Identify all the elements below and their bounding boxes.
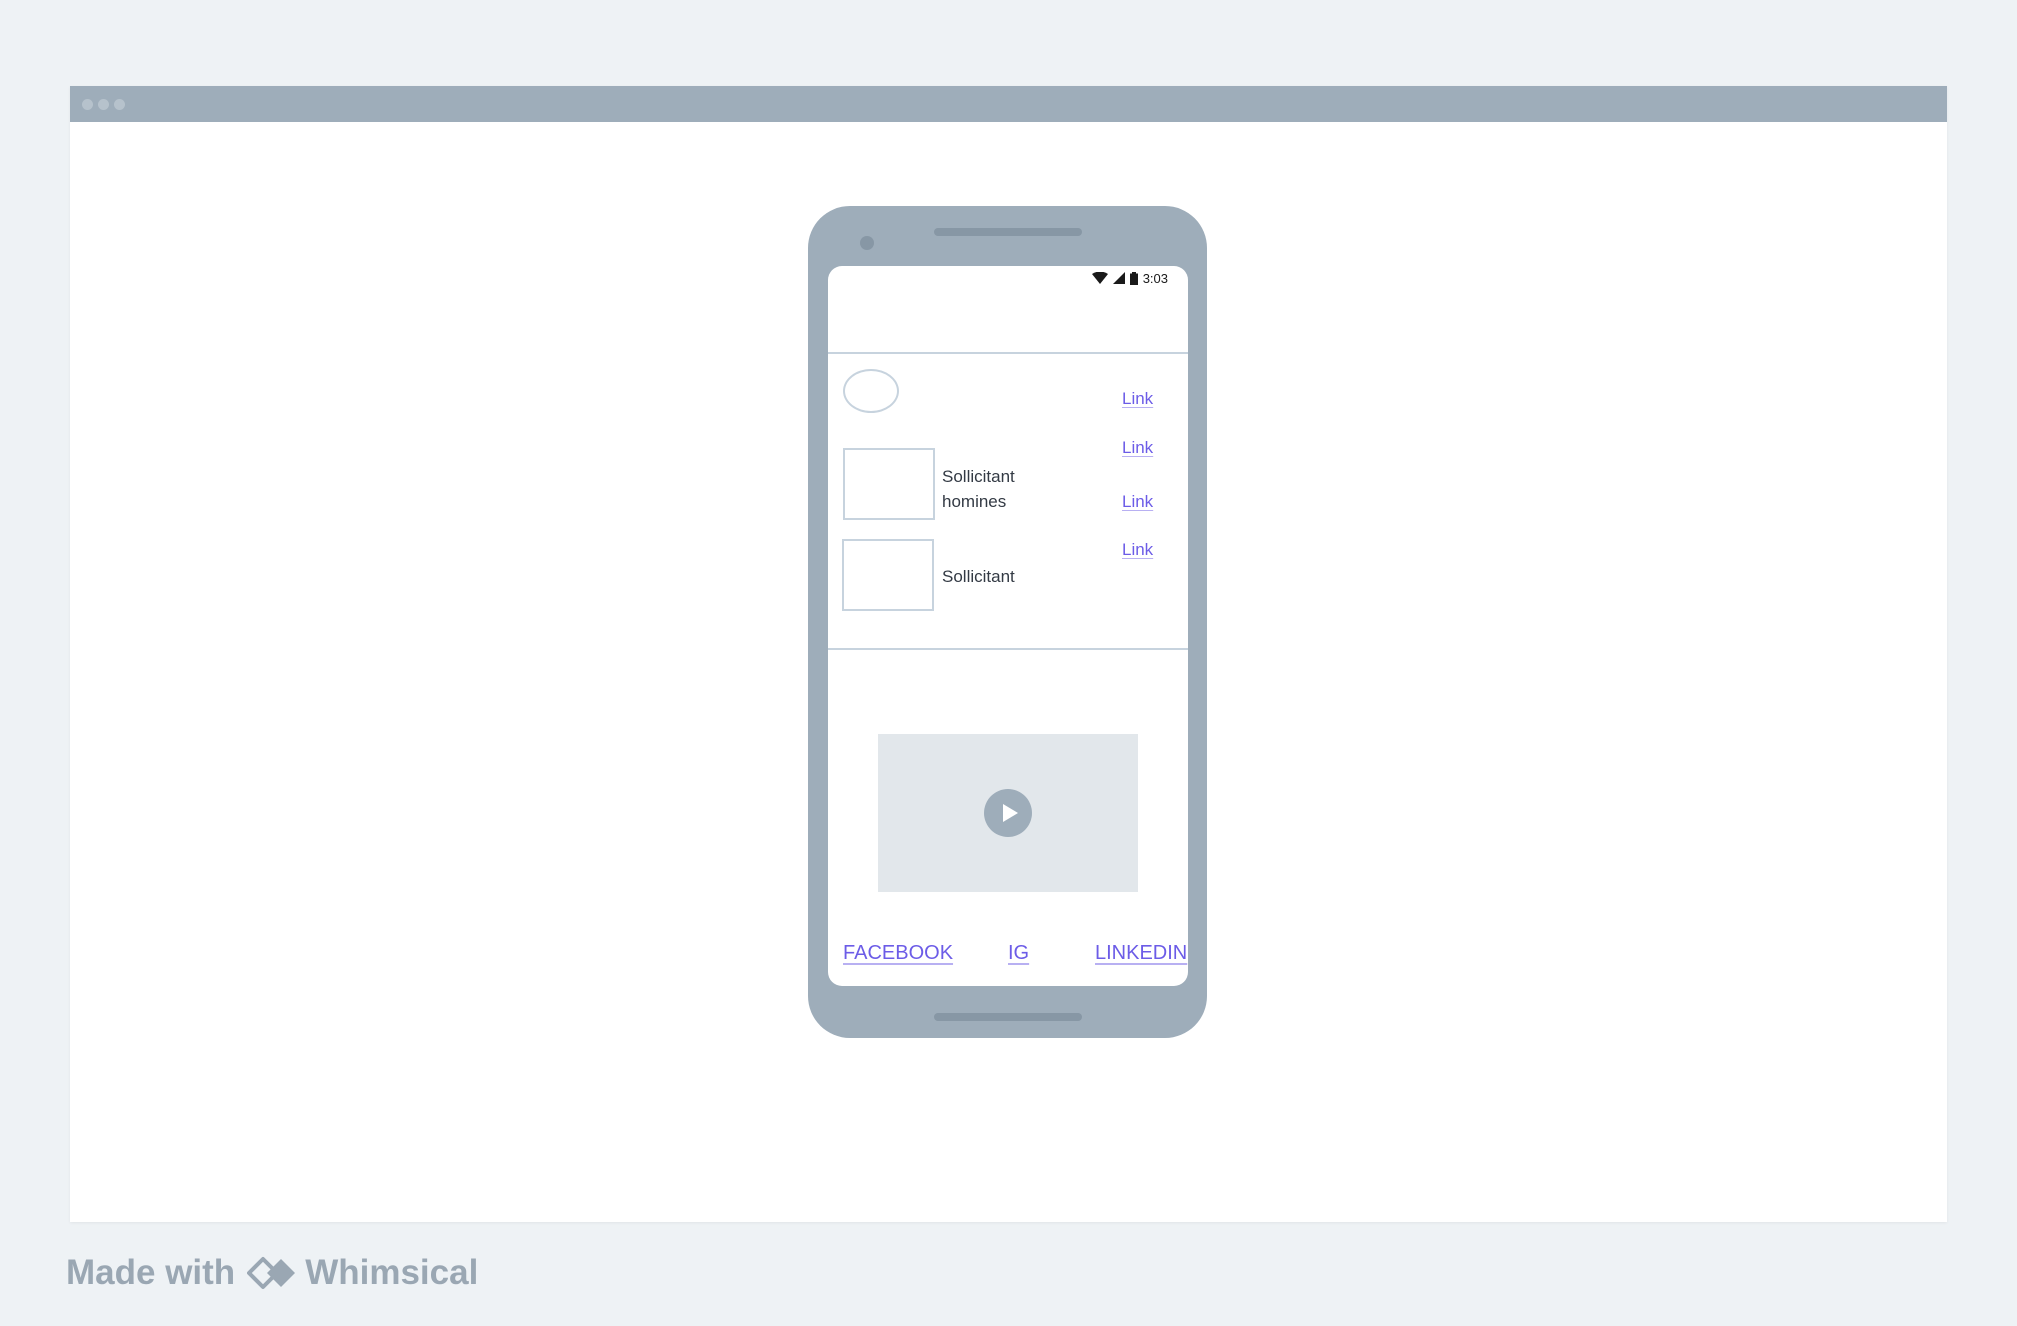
window-dot [114,99,125,110]
nav-link-2[interactable]: Link [1122,438,1153,458]
play-icon[interactable] [984,789,1032,837]
bottom-speaker [934,1013,1082,1021]
ig-link[interactable]: IG [1008,942,1029,965]
status-time: 3:03 [1142,270,1168,286]
avatar [843,369,899,413]
front-camera [860,236,874,250]
made-with-label: Made with [66,1253,236,1292]
whimsical-brand: Whimsical [305,1253,479,1292]
signal-icon [1112,272,1125,284]
nav-link-1[interactable]: Link [1122,389,1153,409]
window-dot [82,99,93,110]
made-with-footer[interactable]: Made with Whimsical [66,1253,478,1293]
whimsical-logo-icon [247,1257,296,1289]
phone-screen: 3:03 Link Link Link Link Sollicitant hom… [828,266,1188,986]
header-divider [828,352,1188,354]
list-item-text: Sollicitant [942,567,1015,586]
list-item-image [842,539,934,611]
battery-icon [1129,271,1138,285]
browser-window: 3:03 Link Link Link Link Sollicitant hom… [70,86,1947,1222]
nav-link-3[interactable]: Link [1122,492,1153,512]
video-placeholder[interactable] [878,734,1138,892]
window-dot [98,99,109,110]
content-divider [828,648,1188,650]
list-item-image [843,448,935,520]
list-item-text: Sollicitant homines [942,467,1015,511]
facebook-link[interactable]: FACEBOOK [843,942,953,965]
wifi-icon [1091,272,1108,284]
nav-link-4[interactable]: Link [1122,540,1153,560]
linkedin-link[interactable]: LINKEDIN [1095,942,1187,965]
phone-frame: 3:03 Link Link Link Link Sollicitant hom… [808,206,1207,1038]
status-bar: 3:03 [1091,270,1168,286]
top-speaker [934,228,1082,236]
browser-title-bar [70,86,1947,122]
